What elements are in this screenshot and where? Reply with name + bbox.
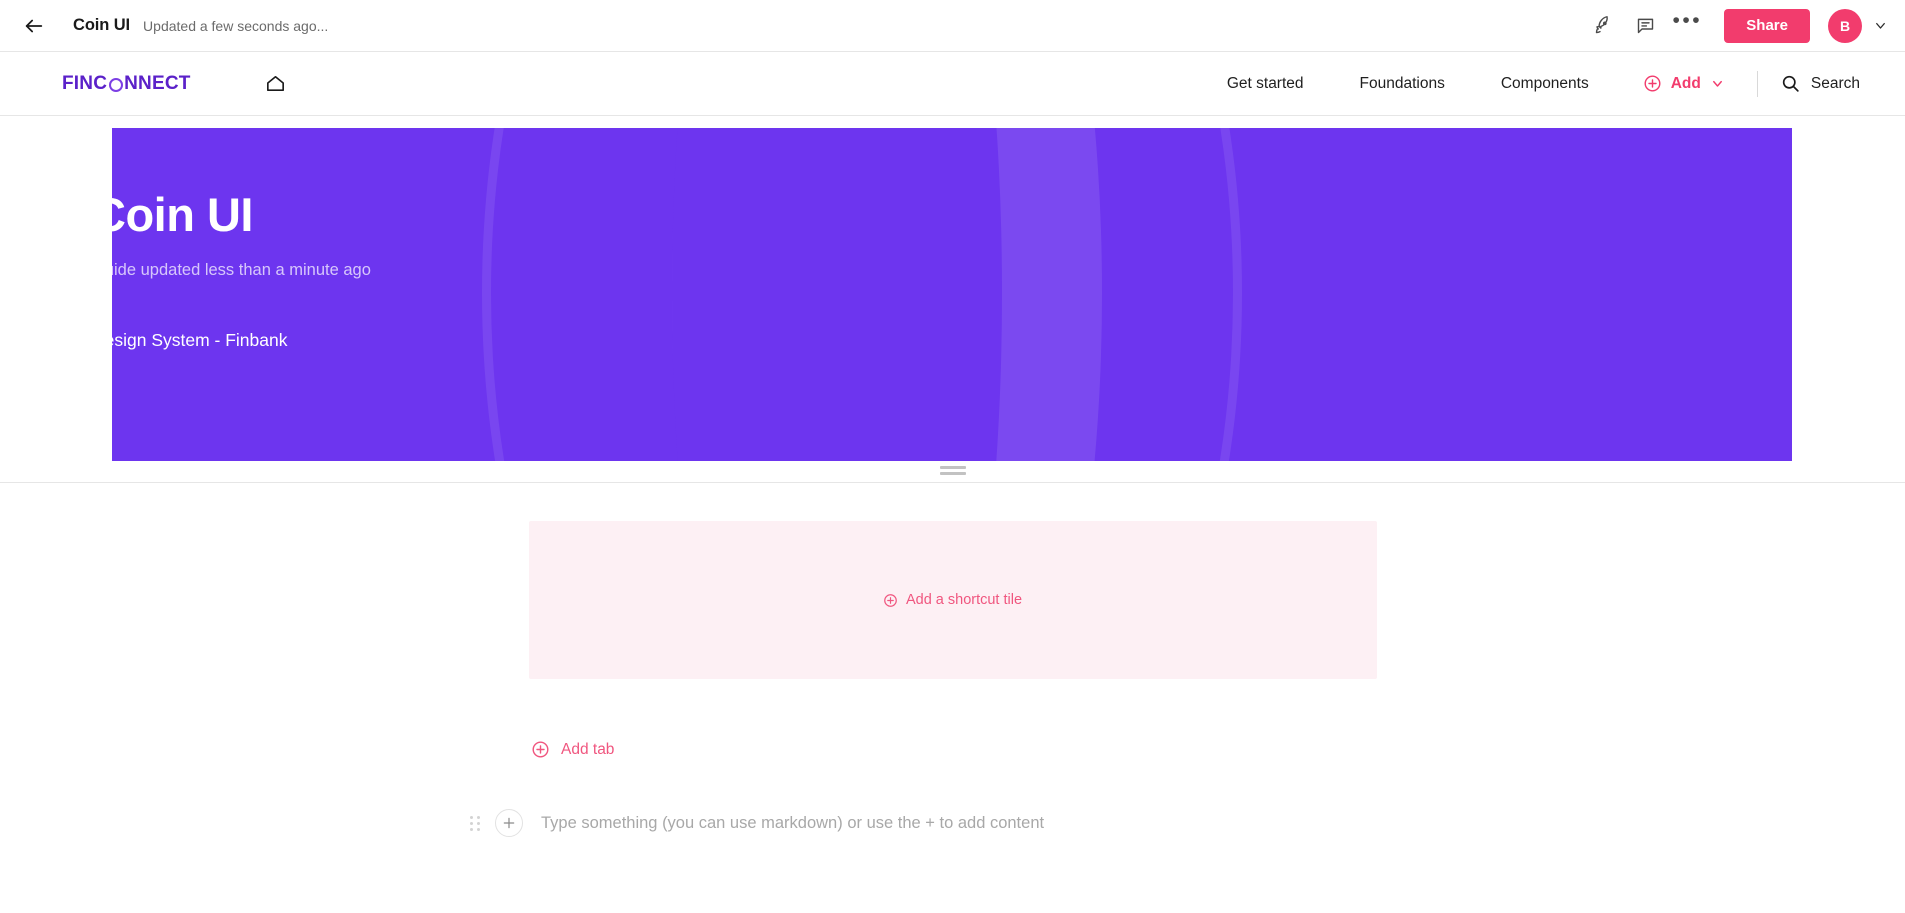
main-content: Add a shortcut tile Add tab Type somethi…	[0, 483, 1905, 837]
account-menu-button[interactable]	[1873, 18, 1888, 33]
logo-text-part1: FINC	[62, 72, 108, 94]
plus-circle-icon	[884, 593, 897, 607]
top-bar: Coin UI Updated a few seconds ago... •••…	[0, 0, 1905, 52]
site-logo[interactable]: FINC NNECT	[62, 73, 191, 95]
arrow-left-icon	[25, 19, 43, 32]
comments-button[interactable]	[1624, 5, 1666, 47]
grip-dot	[477, 827, 480, 831]
handle-bar	[939, 472, 966, 475]
hero-subtitle: Guide updated less than a minute ago	[112, 261, 371, 280]
grip-dot	[470, 821, 473, 825]
grip-dot	[470, 827, 473, 831]
drag-grip-icon[interactable]	[470, 815, 486, 831]
add-tab-label: Add tab	[561, 740, 615, 758]
home-icon	[267, 75, 285, 92]
circle-o-icon	[108, 77, 123, 92]
add-shortcut-tile-label: Add a shortcut tile	[905, 592, 1023, 608]
home-button[interactable]	[256, 64, 296, 104]
shortcut-tile-placeholder[interactable]: Add a shortcut tile	[528, 521, 1377, 679]
grip-dot	[477, 815, 480, 819]
rocket-icon	[1595, 16, 1608, 34]
hero-content: Coin UI Guide updated less than a minute…	[112, 128, 992, 351]
rocket-button[interactable]	[1582, 5, 1624, 47]
add-button[interactable]: Add	[1617, 74, 1725, 93]
grip-dot	[477, 821, 480, 825]
content-editor-row: Type something (you can use markdown) or…	[470, 809, 1905, 837]
plus-circle-icon	[1644, 75, 1661, 92]
top-bar-actions: ••• Share B	[1582, 5, 1905, 47]
nav-link-get-started[interactable]: Get started	[1199, 75, 1332, 93]
hero-meta: Design System - Finbank	[112, 330, 288, 351]
add-tab-row: Add tab	[531, 740, 1905, 759]
document-title: Coin UI	[73, 16, 131, 34]
nav-link-foundations[interactable]: Foundations	[1332, 75, 1473, 93]
add-shortcut-tile-button[interactable]: Add a shortcut tile	[883, 592, 1022, 608]
nav-divider	[1756, 70, 1758, 97]
logo-text-part2: NNECT	[124, 72, 191, 94]
plus-circle-icon	[532, 741, 549, 758]
hero-banner: Coin UI Guide updated less than a minute…	[112, 128, 1792, 461]
add-tab-button[interactable]: Add tab	[531, 740, 1905, 759]
more-options-button[interactable]: •••	[1666, 5, 1708, 47]
document-status: Updated a few seconds ago...	[143, 17, 329, 34]
back-button[interactable]	[12, 4, 56, 48]
site-nav: FINC NNECT Get started Foundations Compo…	[0, 52, 1905, 116]
nav-link-components[interactable]: Components	[1473, 75, 1617, 93]
add-label: Add	[1670, 74, 1701, 92]
avatar[interactable]: B	[1828, 8, 1862, 43]
search-label: Search	[1810, 74, 1860, 92]
banner-resize-handle[interactable]	[939, 466, 966, 475]
grip-dot	[470, 815, 473, 819]
comment-icon	[1637, 18, 1653, 34]
hero-banner-wrap: Coin UI Guide updated less than a minute…	[0, 116, 1905, 461]
search-button[interactable]: Search	[1780, 73, 1905, 94]
banner-resize-row	[0, 461, 1905, 483]
search-icon	[1782, 75, 1799, 92]
nav-links: Get started Foundations Components Add S…	[1199, 70, 1905, 97]
chevron-down-icon	[1876, 22, 1885, 29]
share-button[interactable]: Share	[1724, 8, 1810, 43]
handle-bar	[939, 466, 966, 469]
chevron-down-icon	[1712, 80, 1722, 87]
add-content-button[interactable]	[495, 809, 523, 837]
content-editor-input[interactable]: Type something (you can use markdown) or…	[541, 814, 1044, 833]
hero-title: Coin UI	[112, 188, 253, 241]
plus-icon	[503, 817, 515, 829]
